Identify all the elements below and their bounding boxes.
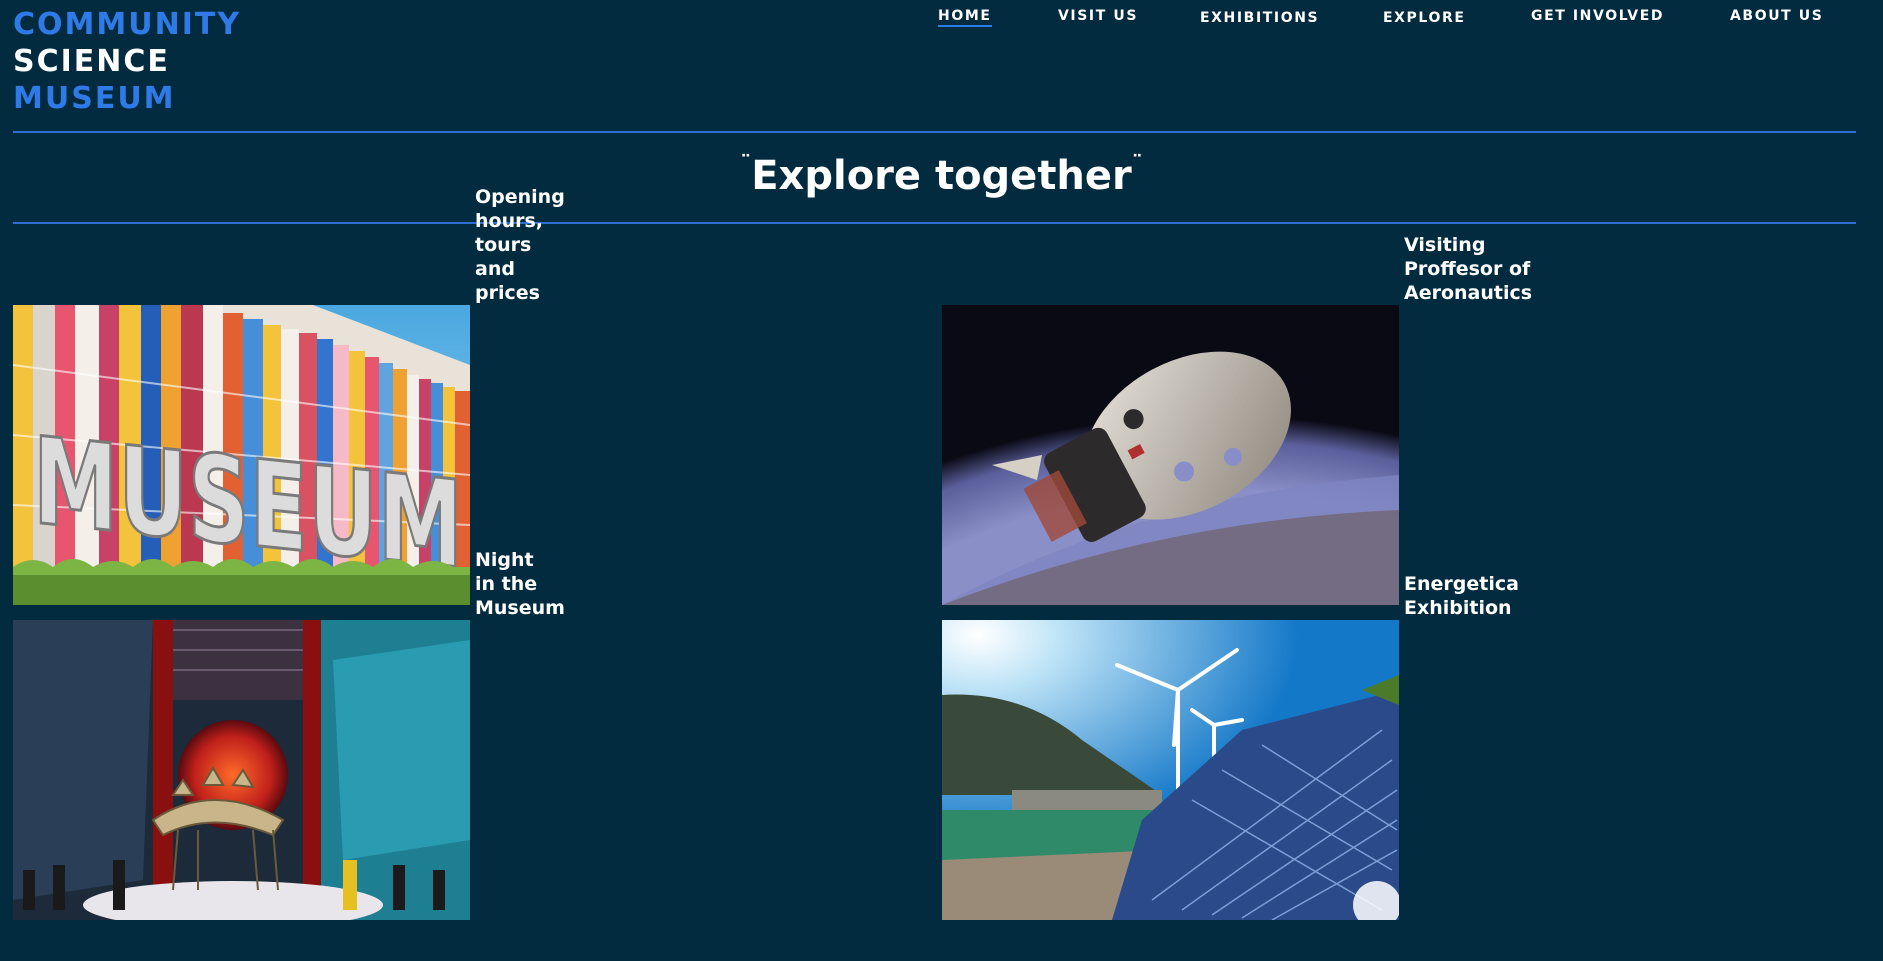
logo-line-museum: MUSEUM (13, 81, 176, 116)
energetica-image[interactable] (942, 620, 1399, 920)
nav-home[interactable]: HOME (938, 8, 992, 27)
nav-get-involved[interactable]: GET INVOLVED (1531, 8, 1664, 24)
nav-explore[interactable]: EXPLORE (1383, 10, 1466, 26)
nav-visit-us[interactable]: VISIT US (1058, 8, 1138, 24)
logo-line-science: SCIENCE (13, 44, 170, 79)
hero-tagline: ¨Explore together¨ (0, 152, 1883, 199)
card-caption[interactable]: Opening hours, tours and prices (475, 185, 565, 305)
nav-about-us[interactable]: ABOUT US (1730, 8, 1823, 24)
space-capsule-image[interactable] (942, 305, 1399, 605)
main-nav: HOME VISIT US EXHIBITIONS EXPLORE GET IN… (0, 8, 1883, 32)
close-quote: ¨ (1131, 152, 1143, 177)
divider-top (13, 131, 1856, 133)
open-quote: ¨ (740, 152, 752, 177)
divider-bottom (13, 222, 1856, 224)
night-museum-image[interactable] (13, 620, 470, 920)
card-caption[interactable]: Energetica Exhibition (1404, 572, 1519, 620)
museum-facade-image[interactable]: MUSEUM (13, 305, 470, 605)
card-caption[interactable]: Visiting Proffesor of Aeronautics (1404, 233, 1532, 305)
card-caption[interactable]: Night in the Museum (475, 548, 565, 620)
hero-title: Explore together (751, 153, 1132, 199)
nav-exhibitions[interactable]: EXHIBITIONS (1200, 10, 1319, 26)
